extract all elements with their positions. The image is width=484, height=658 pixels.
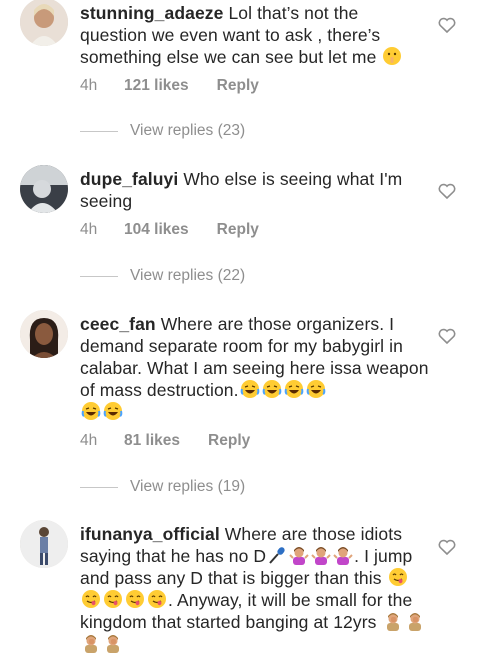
like-heart-icon[interactable] — [438, 17, 456, 34]
comment-username[interactable]: stunning_adaeze — [80, 3, 223, 23]
laughing-face-icon — [102, 402, 124, 422]
replies-divider — [80, 130, 118, 132]
comment-body: stunning_adaeze Lol that’s not the quest… — [80, 2, 430, 68]
replies-divider — [80, 486, 118, 488]
laughing-face-icon — [80, 402, 102, 422]
reply-button[interactable]: Reply — [208, 432, 250, 450]
view-replies-link[interactable]: View replies (19) — [80, 478, 245, 496]
yum-face-icon — [102, 590, 124, 610]
shushing-face-icon — [381, 47, 403, 67]
like-heart-icon[interactable] — [438, 539, 456, 556]
laughing-face-icon — [261, 380, 283, 400]
comment-body: ceec_fan Where are those organizers. I d… — [80, 313, 430, 423]
woman-facepalming-icon — [404, 612, 426, 632]
comment-username[interactable]: ifunanya_official — [80, 524, 220, 544]
avatar[interactable] — [20, 520, 68, 568]
avatar[interactable] — [20, 165, 68, 213]
comment-time: 4h — [80, 221, 98, 238]
replies-divider — [80, 275, 118, 277]
yum-face-icon — [387, 568, 409, 588]
like-heart-icon[interactable] — [438, 328, 456, 345]
laughing-face-icon — [283, 380, 305, 400]
yum-face-icon — [146, 590, 168, 610]
avatar[interactable] — [20, 0, 68, 46]
microphone-icon — [266, 546, 288, 566]
yum-face-icon — [124, 590, 146, 610]
woman-shrugging-icon — [332, 546, 354, 566]
woman-facepalming-icon — [102, 634, 124, 654]
yum-face-icon — [80, 590, 102, 610]
view-replies-label: View replies (22) — [130, 267, 246, 284]
view-replies-link[interactable]: View replies (23) — [80, 122, 245, 140]
comment-body: ifunanya_official Where are those idiots… — [80, 523, 430, 655]
comment-meta: 4h 104 likes Reply — [80, 221, 259, 239]
like-heart-icon[interactable] — [438, 183, 456, 200]
reply-button[interactable]: Reply — [217, 77, 259, 95]
likes-count[interactable]: 121 likes — [124, 77, 189, 95]
reply-button[interactable]: Reply — [217, 221, 259, 239]
comment-meta: 4h 81 likes Reply — [80, 432, 250, 450]
woman-shrugging-icon — [310, 546, 332, 566]
avatar[interactable] — [20, 310, 68, 358]
view-replies-link[interactable]: View replies (22) — [80, 267, 245, 285]
likes-count[interactable]: 81 likes — [124, 432, 180, 450]
likes-count[interactable]: 104 likes — [124, 221, 189, 239]
comment-time: 4h — [80, 432, 98, 449]
comment-username[interactable]: dupe_faluyi — [80, 169, 178, 189]
comment-username[interactable]: ceec_fan — [80, 314, 156, 334]
view-replies-label: View replies (23) — [130, 122, 246, 139]
woman-shrugging-icon — [288, 546, 310, 566]
laughing-face-icon — [239, 380, 261, 400]
comment-body: dupe_faluyi Who else is seeing what I'm … — [80, 168, 430, 212]
comment-time: 4h — [80, 77, 98, 94]
comment-meta: 4h 121 likes Reply — [80, 77, 259, 95]
view-replies-label: View replies (19) — [130, 478, 246, 495]
woman-facepalming-icon — [80, 634, 102, 654]
laughing-face-icon — [305, 380, 327, 400]
woman-facepalming-icon — [382, 612, 404, 632]
